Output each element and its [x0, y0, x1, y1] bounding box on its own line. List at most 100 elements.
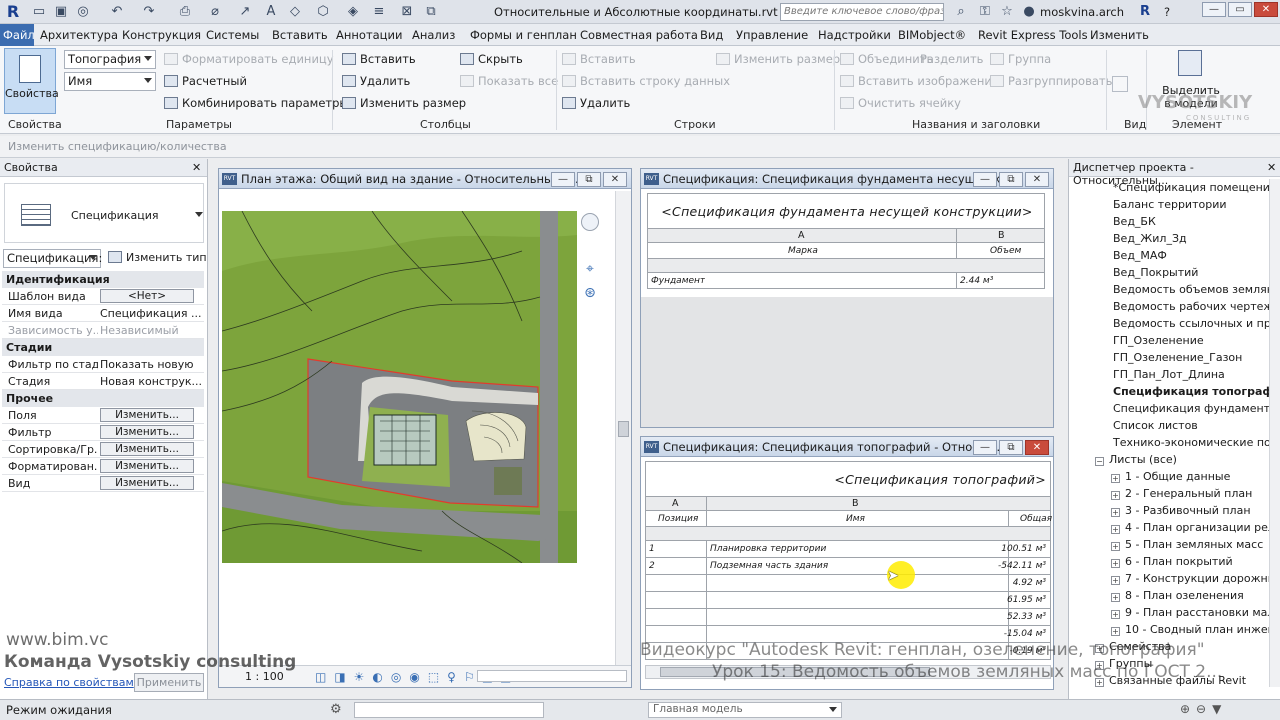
cell-name[interactable]: Планировка территории [710, 544, 826, 554]
prop-row[interactable]: Вид Изменить... [2, 475, 204, 492]
tab-massing-site[interactable]: Формы и генплан [470, 28, 577, 42]
close-views-icon[interactable]: ⊠ [398, 3, 416, 21]
tab-modify[interactable]: Изменить [1090, 28, 1149, 42]
expand-toggle-icon[interactable]: + [1111, 508, 1120, 517]
maximize-button[interactable]: ▭ [1228, 2, 1252, 17]
autodesk-icon[interactable]: R [1136, 3, 1154, 21]
expand-toggle-icon[interactable]: + [1111, 610, 1120, 619]
browser-item-sheets[interactable]: Листы (все) [1109, 453, 1177, 466]
topography-schedule-titlebar[interactable]: RVT Спецификация: Спецификация топографий… [641, 437, 1053, 457]
expand-toggle-icon[interactable]: + [1111, 474, 1120, 483]
scrollbar-thumb[interactable] [618, 421, 629, 437]
prop-row[interactable]: Сортировка/Гр... Изменить... [2, 441, 204, 458]
tab-collaborate[interactable]: Совместная работа [580, 28, 698, 42]
browser-item[interactable]: ГП_Озеленение_Газон [1113, 351, 1242, 364]
subscription-icon[interactable]: ⚿ [976, 3, 994, 21]
apply-button[interactable]: Применить [134, 673, 204, 692]
browser-item[interactable]: Ведомость объемов земляны [1113, 283, 1269, 296]
selection-filter-icons[interactable]: ⊕⊖▼ [1180, 702, 1227, 716]
dimension-icon[interactable]: ↗ [236, 3, 254, 21]
cell-total[interactable]: 52.33 м³ [1007, 612, 1046, 622]
restore-button[interactable]: ⧉ [577, 172, 601, 187]
measure-icon[interactable]: ⌀ [206, 3, 224, 21]
calculated-button[interactable]: Расчетный [164, 74, 247, 88]
insert-image-button[interactable]: Вставить изображение [840, 74, 999, 88]
undo-icon[interactable]: ↶ [108, 3, 126, 21]
column-name-mark[interactable]: Марка [788, 246, 818, 256]
row-resize-button[interactable]: Изменить размер [716, 52, 840, 66]
close-button[interactable]: ✕ [1254, 2, 1278, 17]
restore-button[interactable]: ⧉ [999, 172, 1023, 187]
cell-total[interactable]: 61.95 м³ [1007, 595, 1046, 605]
ungroup-button[interactable]: Разгруппировать [990, 74, 1112, 88]
prop-row[interactable]: Шаблон вида <Нет> [2, 288, 204, 305]
tab-manage[interactable]: Управление [736, 28, 808, 42]
edit-type-button[interactable]: Изменить тип [108, 251, 207, 264]
table-row[interactable]: Фундамент 2.44 м³ [647, 273, 1045, 289]
thin-lines-icon[interactable]: ≡ [370, 3, 388, 21]
navigation-bar[interactable]: ⌖ ⊛ [579, 191, 603, 311]
row-insert-button[interactable]: Вставить [562, 52, 636, 66]
column-name-volume[interactable]: Объем [990, 246, 1021, 256]
tab-architecture[interactable]: Архитектура [40, 28, 118, 42]
browser-item[interactable]: ГП_Пан_Лот_Длина [1113, 368, 1225, 381]
column-name-position[interactable]: Позиция [658, 514, 698, 524]
zoom-icon[interactable]: ⌖ [581, 261, 599, 279]
browser-item[interactable]: Вед_Покрытий [1113, 266, 1198, 279]
close-icon[interactable]: ✕ [192, 161, 201, 174]
prop-row[interactable]: Имя вида Спецификация ... [2, 305, 204, 322]
format-unit-button[interactable]: Форматировать единицу [164, 52, 334, 66]
browser-item[interactable]: Ведомость рабочих чертеже [1113, 300, 1269, 313]
browser-sheet-item[interactable]: 5 - План земляных масс [1125, 538, 1263, 551]
browser-item[interactable]: Вед_Жил_Зд [1113, 232, 1187, 245]
browser-item[interactable]: ГП_Озеленение [1113, 334, 1204, 347]
design-option-combo[interactable]: Главная модель [648, 702, 842, 718]
browser-item[interactable]: Вед_БК [1113, 215, 1156, 228]
schedule-header-cell[interactable]: <Спецификация топографий> [645, 461, 1051, 497]
column-letter-b[interactable]: B [998, 230, 1005, 241]
prop-row[interactable]: Стадия Новая конструк... [2, 373, 204, 390]
star-icon[interactable]: ☆ [998, 3, 1016, 21]
separate-button[interactable]: Разделить [920, 52, 983, 66]
formatting-edit-button[interactable]: Изменить... [100, 459, 194, 473]
browser-sheet-item[interactable]: 9 - План расстановки малых ф [1125, 606, 1269, 619]
open-icon[interactable]: ▭ [30, 3, 48, 21]
switch-windows-icon[interactable]: ⧉ [422, 3, 440, 21]
cell-total[interactable]: -542.11 м³ [998, 561, 1046, 571]
tab-insert[interactable]: Вставить [272, 28, 328, 42]
prop-row[interactable]: Фильтр по стад...Показать новую [2, 356, 204, 373]
schedule-header-cell[interactable]: <Спецификация фундамента несущей констру… [647, 193, 1045, 229]
expand-toggle-icon[interactable]: + [1111, 593, 1120, 602]
search-input[interactable]: Введите ключевое слово/фразу [780, 3, 944, 21]
tab-annotate[interactable]: Аннотации [336, 28, 402, 42]
browser-item[interactable]: Баланс территории [1113, 198, 1227, 211]
tag-icon[interactable]: ◈ [344, 3, 362, 21]
foundation-schedule-titlebar[interactable]: RVT Спецификация: Спецификация фундамента… [641, 169, 1053, 189]
sorting-edit-button[interactable]: Изменить... [100, 442, 194, 456]
browser-sheet-item[interactable]: 6 - План покрытий [1125, 555, 1233, 568]
combine-parameters-button[interactable]: Комбинировать параметры [164, 96, 348, 110]
column-show-all-button[interactable]: Показать все [460, 74, 558, 88]
browser-sheet-item[interactable]: 2 - Генеральный план [1125, 487, 1252, 500]
browser-sheet-item[interactable]: 1 - Общие данные [1125, 470, 1230, 483]
instance-filter-combo[interactable]: Спецификация: [3, 249, 102, 268]
browser-item[interactable]: *Спецификация помещений [1113, 181, 1269, 194]
sync-icon[interactable]: ◎ [74, 3, 92, 21]
close-button[interactable]: ✕ [603, 172, 627, 187]
section-identification[interactable]: Идентификация [2, 271, 204, 288]
prop-row[interactable]: Фильтр Изменить... [2, 424, 204, 441]
column-resize-button[interactable]: Изменить размер [342, 96, 466, 110]
view-icon[interactable] [1112, 76, 1128, 92]
expand-toggle-icon[interactable]: − [1095, 457, 1104, 466]
table-row[interactable]: 2 Подземная часть здания -542.11 м³ [645, 558, 1051, 575]
browser-sheet-item[interactable]: 4 - План организации рельеф [1125, 521, 1269, 534]
section-stages[interactable]: Стадии [2, 339, 204, 356]
column-name-total[interactable]: Общая [1020, 514, 1052, 524]
user-name[interactable]: moskvina.arch [1040, 5, 1124, 19]
site-plan-drawing[interactable] [222, 211, 577, 563]
tab-file[interactable]: Файл [0, 24, 35, 46]
tab-express-tools[interactable]: Revit Express Tools [978, 28, 1088, 42]
restore-button[interactable]: ⧉ [999, 440, 1023, 455]
parameter-combo[interactable]: Имя [64, 72, 156, 91]
close-button[interactable]: ✕ [1025, 172, 1049, 187]
